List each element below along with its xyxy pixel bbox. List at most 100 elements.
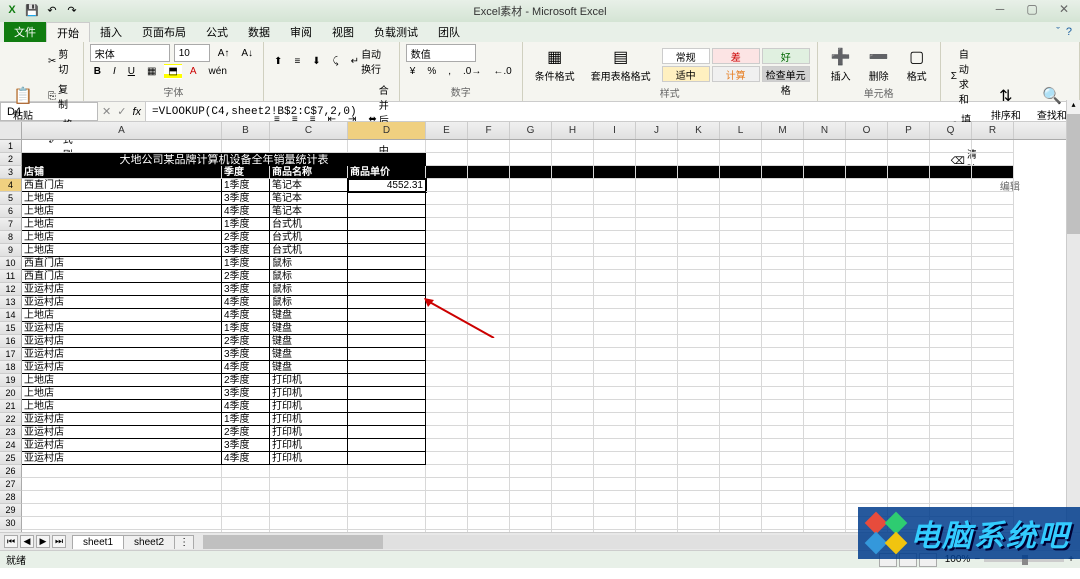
cell[interactable] <box>888 179 930 192</box>
cell[interactable] <box>510 478 552 491</box>
cell[interactable]: 西直门店 <box>22 270 222 283</box>
cell[interactable] <box>552 426 594 439</box>
cell[interactable]: 1季度 <box>222 179 270 192</box>
cell[interactable] <box>678 361 720 374</box>
cell[interactable] <box>804 153 846 166</box>
col-header-H[interactable]: H <box>552 122 594 139</box>
cell[interactable] <box>762 400 804 413</box>
align-bot-button[interactable]: ⬇ <box>308 54 324 69</box>
cell[interactable] <box>510 153 552 166</box>
cell[interactable] <box>888 413 930 426</box>
cell[interactable] <box>972 400 1014 413</box>
cell[interactable] <box>762 491 804 504</box>
cell[interactable] <box>594 361 636 374</box>
cell[interactable] <box>804 179 846 192</box>
cell[interactable] <box>972 478 1014 491</box>
cell[interactable] <box>972 309 1014 322</box>
cell[interactable] <box>636 478 678 491</box>
cell[interactable] <box>720 231 762 244</box>
cell[interactable] <box>510 452 552 465</box>
col-header-J[interactable]: J <box>636 122 678 139</box>
col-header-E[interactable]: E <box>426 122 468 139</box>
cell[interactable] <box>804 270 846 283</box>
cell[interactable] <box>888 270 930 283</box>
cell[interactable] <box>348 335 426 348</box>
cell[interactable] <box>846 231 888 244</box>
font-color-button[interactable]: A <box>186 64 201 79</box>
cell[interactable] <box>846 179 888 192</box>
cell[interactable]: 季度 <box>222 166 270 179</box>
cell[interactable] <box>468 439 510 452</box>
cell[interactable] <box>888 283 930 296</box>
cell[interactable] <box>762 270 804 283</box>
cell[interactable] <box>972 465 1014 478</box>
cell[interactable] <box>552 348 594 361</box>
cell[interactable] <box>426 192 468 205</box>
select-all-corner[interactable] <box>0 122 22 139</box>
cell[interactable] <box>636 270 678 283</box>
cell[interactable] <box>720 257 762 270</box>
cell[interactable] <box>720 179 762 192</box>
cell[interactable] <box>762 153 804 166</box>
row-header[interactable]: 24 <box>0 439 22 452</box>
cell[interactable]: 商品名称 <box>270 166 348 179</box>
col-header-I[interactable]: I <box>594 122 636 139</box>
cell[interactable]: 鼠标 <box>270 270 348 283</box>
cell[interactable] <box>888 166 930 179</box>
nav-last-icon[interactable]: ⏭ <box>52 535 66 548</box>
cell[interactable]: 亚运村店 <box>22 283 222 296</box>
cell[interactable] <box>594 153 636 166</box>
cell[interactable] <box>846 348 888 361</box>
cell[interactable]: 2季度 <box>222 231 270 244</box>
cell[interactable] <box>594 387 636 400</box>
cell[interactable] <box>846 387 888 400</box>
cell[interactable] <box>888 218 930 231</box>
row-header[interactable]: 12 <box>0 283 22 296</box>
comma-button[interactable]: , <box>444 64 455 79</box>
row-header[interactable]: 16 <box>0 335 22 348</box>
cell[interactable] <box>348 426 426 439</box>
row-header[interactable]: 22 <box>0 413 22 426</box>
cell[interactable] <box>846 140 888 153</box>
cell[interactable] <box>594 530 636 532</box>
cell[interactable] <box>552 452 594 465</box>
vscroll-thumb[interactable] <box>1067 114 1080 234</box>
cell[interactable] <box>594 439 636 452</box>
row-header[interactable]: 30 <box>0 517 22 530</box>
cell[interactable]: 上地店 <box>22 231 222 244</box>
cell[interactable] <box>720 283 762 296</box>
cell[interactable]: 上地店 <box>22 218 222 231</box>
cell[interactable]: 鼠标 <box>270 283 348 296</box>
cell[interactable] <box>804 413 846 426</box>
cell[interactable] <box>930 283 972 296</box>
cell[interactable] <box>972 374 1014 387</box>
cell[interactable] <box>846 465 888 478</box>
help-icon[interactable]: ? <box>1066 26 1072 38</box>
cell[interactable] <box>846 153 888 166</box>
cell[interactable] <box>972 179 1014 192</box>
cell[interactable] <box>930 140 972 153</box>
cell[interactable] <box>888 257 930 270</box>
cell[interactable] <box>930 270 972 283</box>
cell[interactable]: 打印机 <box>270 439 348 452</box>
cell[interactable] <box>468 283 510 296</box>
cell[interactable] <box>348 465 426 478</box>
cell[interactable]: 商品单价 <box>348 166 426 179</box>
cell[interactable]: 笔记本 <box>270 205 348 218</box>
row-header[interactable]: 4 <box>0 179 22 192</box>
cell[interactable] <box>930 322 972 335</box>
cell[interactable] <box>426 413 468 426</box>
cell[interactable]: 键盘 <box>270 361 348 374</box>
cell[interactable] <box>678 244 720 257</box>
cell[interactable] <box>552 335 594 348</box>
cell[interactable] <box>678 400 720 413</box>
cell[interactable] <box>348 322 426 335</box>
currency-button[interactable]: ¥ <box>406 64 420 79</box>
cell[interactable] <box>510 257 552 270</box>
cell[interactable] <box>510 387 552 400</box>
cell[interactable] <box>552 231 594 244</box>
cell[interactable] <box>762 166 804 179</box>
minimize-icon[interactable]: ─ <box>988 2 1012 16</box>
cell[interactable] <box>720 166 762 179</box>
cell[interactable] <box>972 166 1014 179</box>
